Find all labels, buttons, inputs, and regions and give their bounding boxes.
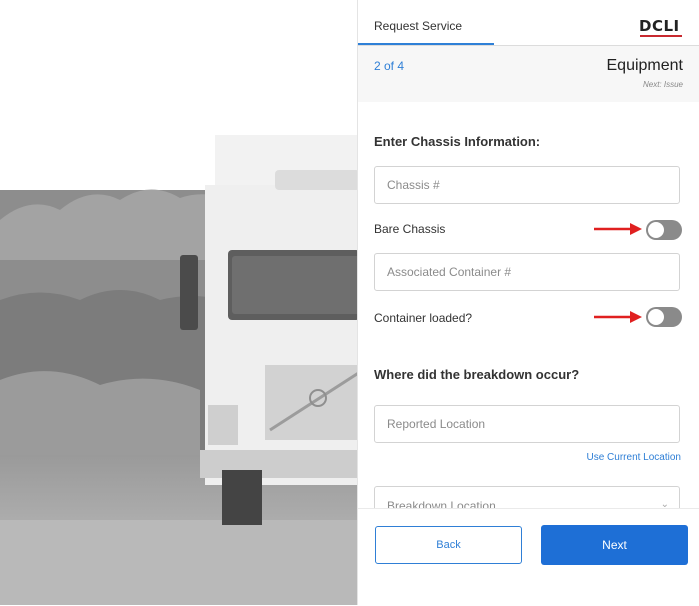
chassis-section-title: Enter Chassis Information: <box>374 134 541 149</box>
footer-actions: Back Next <box>358 508 699 606</box>
bare-chassis-toggle[interactable] <box>646 220 682 240</box>
logo-underline <box>640 35 682 37</box>
toggle-knob <box>648 309 664 325</box>
use-current-location-link[interactable]: Use Current Location <box>587 452 682 463</box>
background-photo <box>0 0 360 605</box>
back-button[interactable]: Back <box>375 526 522 564</box>
red-arrow-icon <box>594 223 642 235</box>
step-header: 2 of 4 Equipment Next: Issue <box>358 46 699 102</box>
top-bar: Request Service DCLI <box>358 0 699 46</box>
next-step-hint: Next: Issue <box>642 80 683 89</box>
bare-chassis-label: Bare Chassis <box>374 222 446 236</box>
logo-text: DCLI <box>639 17 680 35</box>
breakdown-location-label: Breakdown Location <box>387 499 496 508</box>
tab-request-service[interactable]: Request Service <box>374 19 462 33</box>
breakdown-location-select[interactable]: Breakdown Location ⌄ <box>374 486 680 508</box>
truck-image <box>0 135 360 605</box>
breakdown-section-title: Where did the breakdown occur? <box>374 367 580 382</box>
toggle-knob <box>648 222 664 238</box>
active-tab-indicator <box>358 43 494 45</box>
chevron-down-icon: ⌄ <box>660 499 669 508</box>
step-title: Equipment <box>606 57 684 74</box>
container-loaded-toggle[interactable] <box>646 307 682 327</box>
next-button[interactable]: Next <box>541 525 688 565</box>
container-loaded-label: Container loaded? <box>374 311 473 325</box>
reported-location-input[interactable] <box>374 405 680 443</box>
chassis-number-input[interactable] <box>374 166 680 204</box>
request-panel: Request Service DCLI 2 of 4 Equipment Ne… <box>357 0 699 606</box>
dcli-logo: DCLI <box>639 17 685 39</box>
associated-container-input[interactable] <box>374 253 680 291</box>
step-counter: 2 of 4 <box>374 59 405 73</box>
red-arrow-icon <box>594 311 642 323</box>
